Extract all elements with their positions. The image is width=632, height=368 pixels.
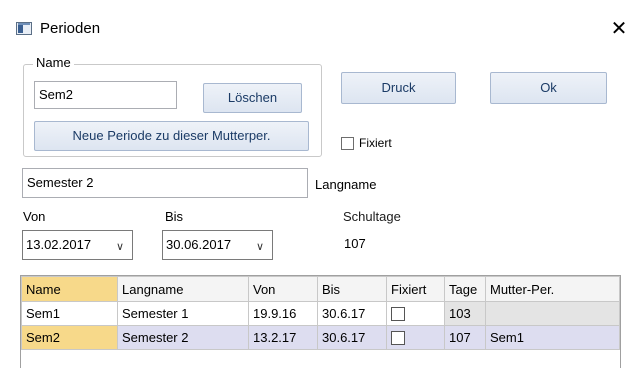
window-title: Perioden <box>40 20 101 37</box>
schultage-label: Schultage <box>343 209 401 224</box>
cell-von[interactable]: 19.9.16 <box>248 301 318 326</box>
table-row[interactable]: Sem1 Semester 1 19.9.16 30.6.17 103 <box>21 301 620 326</box>
bis-date-value: 30.06.2017 <box>166 237 232 252</box>
window-app-icon <box>16 22 32 35</box>
chevron-down-icon[interactable]: ∨ <box>116 233 124 261</box>
cell-langname[interactable]: Semester 2 <box>117 325 249 350</box>
schultage-value: 107 <box>344 236 366 251</box>
cell-fixiert[interactable] <box>386 325 445 350</box>
von-date-picker[interactable]: 13.02.2017 ∨ <box>22 230 133 260</box>
neue-periode-button[interactable]: Neue Periode zu dieser Mutterper. <box>34 121 309 151</box>
cell-fixiert[interactable] <box>386 301 445 326</box>
column-header[interactable]: Fixiert <box>386 276 445 302</box>
fixiert-checkbox[interactable] <box>341 137 354 150</box>
fixiert-cell-checkbox[interactable] <box>391 331 405 346</box>
langname-input[interactable]: Semester 2 <box>22 168 308 198</box>
column-header[interactable]: Langname <box>117 276 249 302</box>
column-header[interactable]: Name <box>21 276 118 302</box>
table-header-row: Name Langname Von Bis Fixiert Tage Mutte… <box>21 276 620 302</box>
cell-von[interactable]: 13.2.17 <box>248 325 318 350</box>
column-header[interactable]: Mutter-Per. <box>485 276 620 302</box>
bis-date-picker[interactable]: 30.06.2017 ∨ <box>162 230 273 260</box>
chevron-down-icon[interactable]: ∨ <box>256 233 264 261</box>
cell-langname[interactable]: Semester 1 <box>117 301 249 326</box>
cell-bis[interactable]: 30.6.17 <box>317 325 387 350</box>
cell-bis[interactable]: 30.6.17 <box>317 301 387 326</box>
cell-mutter: Sem1 <box>485 325 620 350</box>
bis-label: Bis <box>165 209 184 224</box>
von-label: Von <box>23 209 46 224</box>
perioden-table: Name Langname Von Bis Fixiert Tage Mutte… <box>20 275 621 368</box>
fixiert-label: Fixiert <box>359 136 392 150</box>
column-header[interactable]: Tage <box>444 276 486 302</box>
fixiert-cell-checkbox[interactable] <box>391 307 405 322</box>
cell-name[interactable]: Sem2 <box>21 325 118 350</box>
table-row[interactable]: Sem2 Semester 2 13.2.17 30.6.17 107 Sem1 <box>21 325 620 350</box>
name-input[interactable]: Sem2 <box>34 81 177 109</box>
cell-tage: 103 <box>444 301 486 326</box>
cell-mutter <box>485 301 620 326</box>
column-header[interactable]: Bis <box>317 276 387 302</box>
close-icon[interactable]: ✕ <box>606 15 632 41</box>
cell-tage: 107 <box>444 325 486 350</box>
column-header[interactable]: Von <box>248 276 318 302</box>
von-date-value: 13.02.2017 <box>26 237 92 252</box>
name-group-legend: Name <box>33 55 74 70</box>
langname-label: Langname <box>315 177 377 192</box>
title-bar: Perioden ✕ <box>0 0 632 46</box>
cell-name[interactable]: Sem1 <box>21 301 118 326</box>
druck-button[interactable]: Druck <box>341 72 456 104</box>
loeschen-button[interactable]: Löschen <box>203 83 302 113</box>
ok-button[interactable]: Ok <box>490 72 607 104</box>
